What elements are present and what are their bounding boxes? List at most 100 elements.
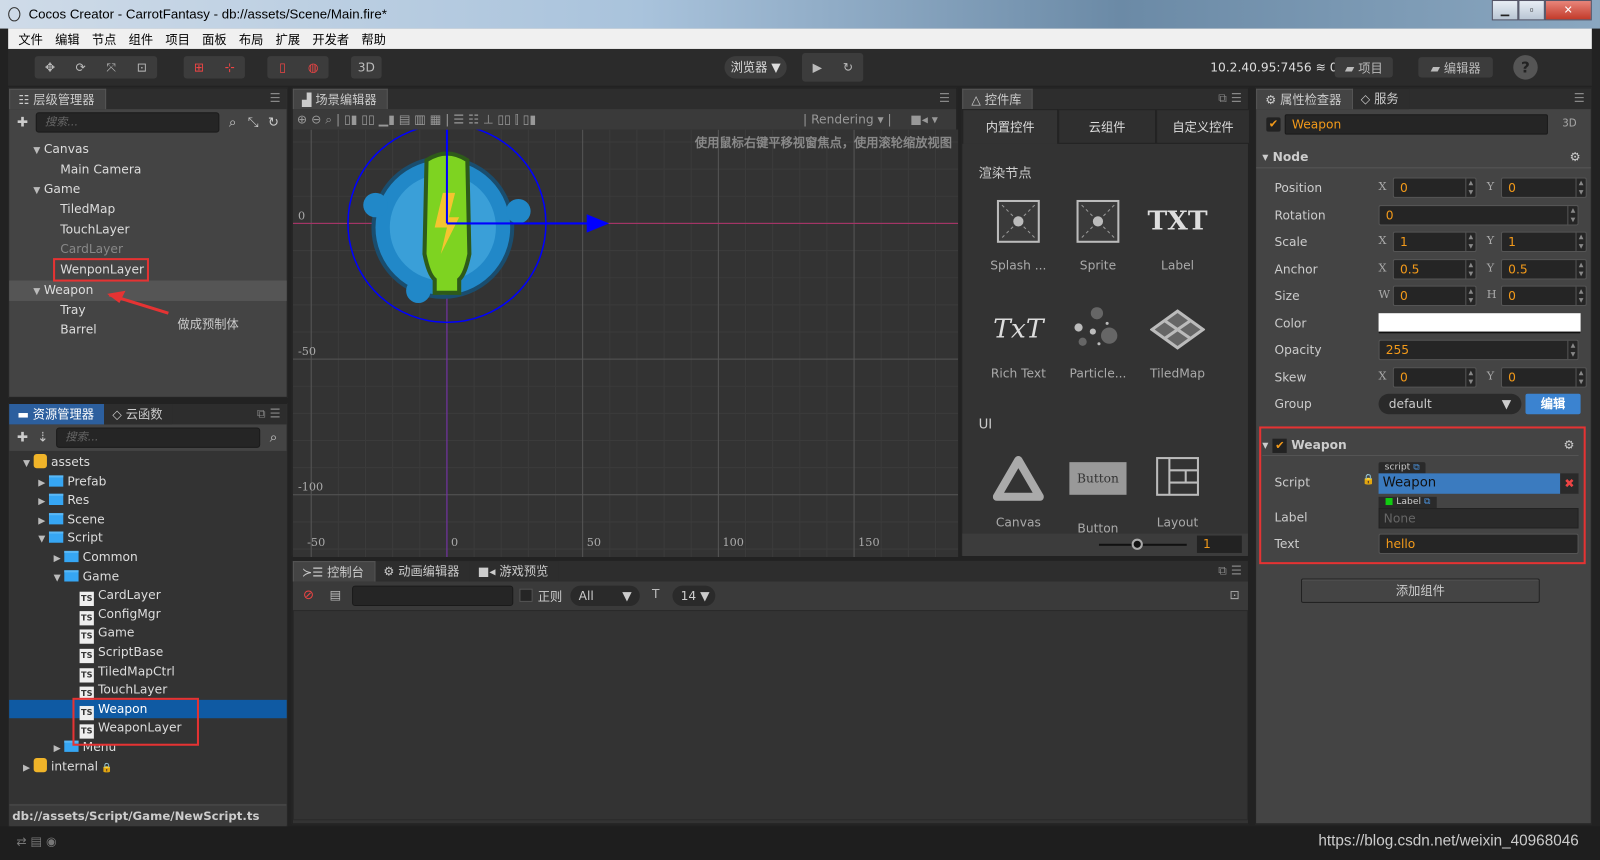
- zoom-in-icon[interactable]: ⊕: [297, 112, 307, 126]
- preview-ip[interactable]: 10.2.40.95:7456 ≋ 0: [1210, 60, 1337, 74]
- scale-tool-icon[interactable]: ⤧: [96, 56, 127, 78]
- panel-menu-icon[interactable]: ⧉ ☰: [257, 406, 281, 421]
- assets-search-input[interactable]: 搜索...: [56, 427, 261, 448]
- zoom-slider-handle[interactable]: [1131, 538, 1143, 550]
- menu-item[interactable]: 布局: [233, 30, 270, 47]
- tab-cloud-functions[interactable]: ◇ 云函数: [104, 403, 173, 425]
- log-level-select[interactable]: All ▼: [570, 585, 640, 606]
- asset-item[interactable]: TS TouchLayer: [9, 681, 287, 702]
- asset-item[interactable]: ▼ assets: [9, 453, 287, 472]
- scale-x-input[interactable]: 1 ▲ ▼: [1392, 231, 1477, 252]
- stepper-icon[interactable]: ▲ ▼: [1465, 178, 1475, 197]
- asset-item[interactable]: ▶ Prefab: [9, 472, 287, 491]
- panel-menu-icon[interactable]: ☰: [270, 91, 281, 105]
- open-log-icon[interactable]: ▤: [330, 588, 342, 602]
- stepper-icon[interactable]: ▲ ▼: [1465, 286, 1475, 306]
- stepper-icon[interactable]: ▲ ▼: [1575, 232, 1585, 251]
- tab-inspector[interactable]: ⚙ 属性检查器: [1256, 88, 1353, 110]
- open-project-button[interactable]: ▰ 项目: [1345, 57, 1383, 77]
- node-name-input[interactable]: Weapon: [1284, 114, 1548, 135]
- menu-item[interactable]: 面板: [196, 30, 233, 47]
- minimize-button[interactable]: ▁: [1491, 0, 1519, 21]
- tab-hierarchy[interactable]: ☷ 层级管理器: [9, 88, 106, 110]
- regex-checkbox[interactable]: [519, 588, 533, 602]
- tree-node[interactable]: ▼ Canvas: [9, 140, 287, 160]
- panel-menu-icon[interactable]: ☰: [939, 91, 950, 105]
- position-y-input[interactable]: 0 ▲ ▼: [1501, 177, 1587, 198]
- sort-icon[interactable]: ⇣: [36, 430, 50, 445]
- tab-game-preview[interactable]: ■◂ 游戏预览: [469, 561, 559, 582]
- add-component-button[interactable]: 添加组件: [1301, 578, 1540, 603]
- maximize-button[interactable]: ▫: [1518, 0, 1545, 21]
- tab-builtin-widgets[interactable]: 内置控件: [962, 109, 1059, 144]
- rect-tool-icon[interactable]: ⊡: [127, 56, 158, 78]
- widget-tiledmap[interactable]: TiledMap: [1138, 307, 1218, 381]
- node-section-header[interactable]: ▾ Node ⚙: [1256, 146, 1591, 169]
- size-w-input[interactable]: 0 ▲ ▼: [1392, 285, 1477, 307]
- tab-services[interactable]: ◇ 服务: [1352, 88, 1409, 110]
- console-log-area[interactable]: [292, 610, 1248, 821]
- tab-custom-widgets[interactable]: 自定义控件: [1156, 109, 1250, 144]
- collapse-console-icon[interactable]: ⊡: [1230, 588, 1240, 602]
- camera-icon[interactable]: ■◂ ▾: [910, 109, 938, 129]
- color-picker[interactable]: [1378, 312, 1581, 334]
- asset-item[interactable]: TS ConfigMgr: [9, 605, 287, 626]
- close-button[interactable]: ✕: [1544, 0, 1592, 21]
- zoom-out-icon[interactable]: ⊖: [311, 112, 321, 126]
- widget-sprite[interactable]: Sprite: [1058, 199, 1138, 272]
- search-icon[interactable]: ⌕: [266, 430, 280, 445]
- opacity-input[interactable]: 255 ▲ ▼: [1378, 339, 1579, 361]
- text-field[interactable]: hello: [1378, 533, 1579, 554]
- align-icons[interactable]: ▯▮ ▯▯ ▁▮ ▤ ▥ ▦ | ☰ ☷ ⊥ ▯▯ ⫿ ▯▮: [344, 112, 536, 126]
- zoom-value-input[interactable]: 1: [1196, 535, 1242, 553]
- preview-target-select[interactable]: 浏览器 ▼: [731, 56, 781, 78]
- weapon-component-header[interactable]: ▾ ✔ Weapon ⚙: [1262, 434, 1579, 457]
- stepper-icon[interactable]: ▲ ▼: [1575, 367, 1585, 387]
- menu-item[interactable]: 帮助: [355, 30, 392, 47]
- tree-node[interactable]: TouchLayer: [9, 220, 287, 240]
- widget-button[interactable]: Button Button: [1058, 456, 1138, 534]
- position-x-input[interactable]: 0 ▲ ▼: [1392, 177, 1477, 198]
- tree-node[interactable]: TiledMap: [9, 200, 287, 220]
- asset-item[interactable]: ▼ Script: [9, 529, 287, 548]
- scale-y-input[interactable]: 1 ▲ ▼: [1501, 231, 1587, 252]
- group-select[interactable]: default ▼: [1378, 393, 1522, 415]
- widget-splash-screen[interactable]: Splash ...: [979, 199, 1059, 272]
- tab-console[interactable]: ≻☰ 控制台: [292, 561, 376, 582]
- hierarchy-search-input[interactable]: 搜索...: [35, 112, 220, 133]
- panel-menu-icon[interactable]: ⧉ ☰: [1218, 563, 1242, 578]
- asset-item[interactable]: TS ScriptBase: [9, 643, 287, 664]
- local-global-icon[interactable]: ⊹: [214, 56, 245, 78]
- tree-node[interactable]: Barrel: [9, 321, 287, 341]
- help-button[interactable]: ?: [1513, 55, 1538, 80]
- menu-item[interactable]: 项目: [159, 30, 196, 47]
- asset-item[interactable]: TS CardLayer: [9, 586, 287, 607]
- asset-item[interactable]: ▶ Scene: [9, 510, 287, 529]
- design-resolution-icon[interactable]: ▯: [267, 56, 298, 78]
- widget-particle[interactable]: Particle...: [1058, 307, 1138, 381]
- skew-y-input[interactable]: 0 ▲ ▼: [1501, 366, 1587, 388]
- tree-node[interactable]: ▼ Game: [9, 180, 287, 200]
- size-h-input[interactable]: 0 ▲ ▼: [1501, 285, 1587, 307]
- tab-assets[interactable]: ▬ 资源管理器: [9, 403, 105, 425]
- tab-animation-editor[interactable]: ⚙ 动画编辑器: [375, 561, 470, 582]
- skew-x-input[interactable]: 0 ▲ ▼: [1392, 366, 1477, 388]
- add-node-icon[interactable]: ✚: [15, 115, 29, 130]
- menu-item[interactable]: 节点: [86, 30, 123, 47]
- edit-group-button[interactable]: 编辑: [1525, 393, 1581, 415]
- widget-rich-text[interactable]: TxT Rich Text: [979, 307, 1059, 380]
- play-button[interactable]: ▶: [802, 53, 833, 82]
- stepper-icon[interactable]: ▲ ▼: [1575, 178, 1585, 197]
- 3d-toggle[interactable]: 3D: [351, 56, 382, 78]
- menu-item[interactable]: 开发者: [306, 30, 355, 47]
- refresh-icon[interactable]: ↻: [266, 115, 280, 130]
- tree-node[interactable]: Main Camera: [9, 160, 287, 180]
- asset-item[interactable]: ▶ Common: [9, 548, 287, 567]
- search-icon[interactable]: ⌕: [226, 115, 240, 130]
- add-asset-icon[interactable]: ✚: [15, 430, 29, 445]
- widget-label[interactable]: TXT Label: [1138, 199, 1218, 272]
- move-tool-icon[interactable]: ✥: [35, 56, 66, 78]
- clear-console-icon[interactable]: ⊘: [303, 588, 314, 603]
- stepper-icon[interactable]: ▲ ▼: [1465, 367, 1475, 387]
- refresh-button[interactable]: ↻: [833, 53, 864, 82]
